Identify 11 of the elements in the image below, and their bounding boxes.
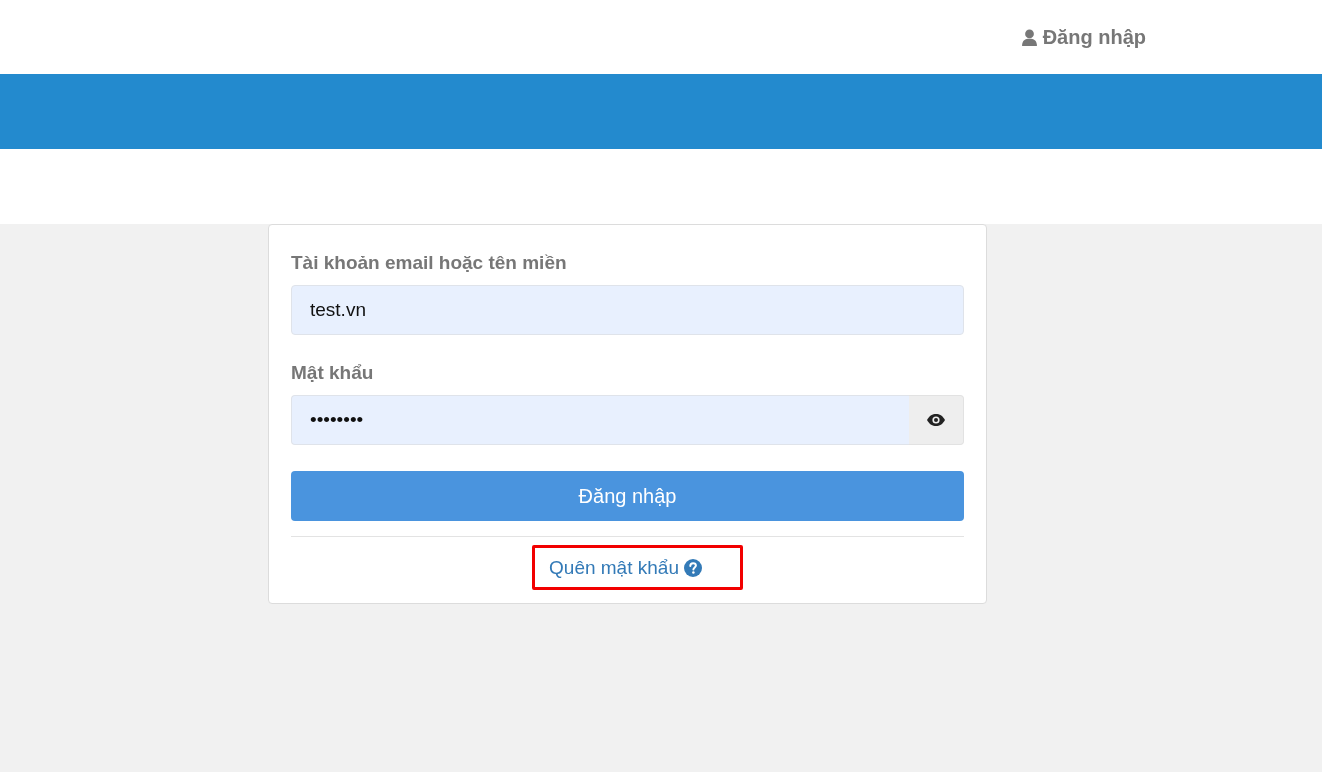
email-field[interactable]: test.vn <box>291 285 964 335</box>
login-button[interactable]: Đăng nhập <box>291 471 964 521</box>
field-label: Mật khẩu <box>291 361 374 385</box>
user-icon <box>1021 28 1037 46</box>
show-password-button[interactable] <box>909 395 964 445</box>
password-field[interactable]: •••••••• <box>291 395 909 445</box>
login-link[interactable]: Đăng nhập <box>1021 25 1146 49</box>
field-label: Tài khoản email hoặc tên miền <box>291 251 567 275</box>
forgot-password-link[interactable]: Quên mật khẩu <box>549 555 679 580</box>
eye-icon <box>927 414 945 426</box>
help-icon <box>683 558 702 577</box>
